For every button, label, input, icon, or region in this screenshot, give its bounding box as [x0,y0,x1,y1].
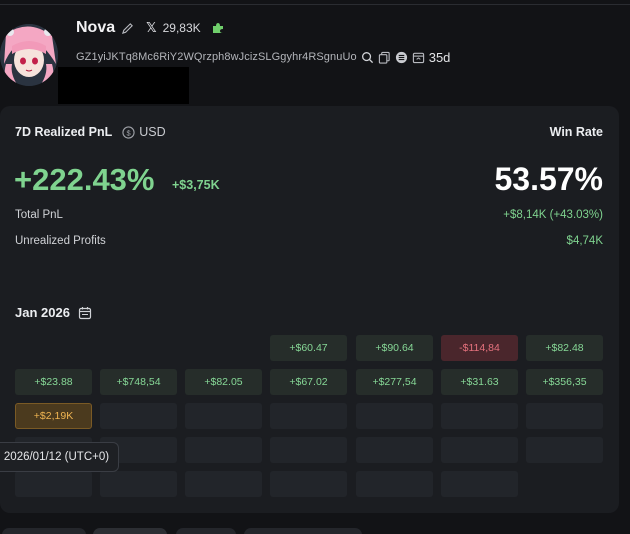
calendar-day-cell[interactable]: +$60.47 [270,335,347,361]
calendar-day-cell[interactable] [100,335,177,361]
avatar[interactable] [0,24,58,86]
tab-pill[interactable] [93,528,167,534]
pnl-amount: +$3,75K [172,178,220,192]
win-rate-label: Win Rate [549,125,603,139]
svg-text:$: $ [127,128,131,137]
solana-icon[interactable] [395,51,408,64]
calendar-day-cell[interactable] [270,403,347,429]
win-rate-value: 53.57% [494,161,603,197]
calendar-day-cell[interactable] [185,403,262,429]
calendar-day-cell[interactable]: +$23.88 [15,369,92,395]
calendar-day-cell[interactable] [356,403,433,429]
calendar-day-cell[interactable]: +$67.02 [270,369,347,395]
calendar-day-cell[interactable] [356,471,433,497]
calendar-day-cell[interactable]: +$90.64 [356,335,433,361]
calendar-day-cell[interactable]: +$356,35 [526,369,603,395]
calendar-day-cell[interactable] [441,471,518,497]
dollar-icon: $ [122,125,135,139]
x-twitter-icon[interactable]: 𝕏 [146,20,156,36]
calendar-day-cell[interactable]: +$748,54 [100,369,177,395]
currency-toggle[interactable]: $ USD [122,125,166,139]
total-pnl-value: +$8,14K (+43.03%) [503,209,603,221]
tab-pill[interactable] [244,528,362,534]
pnl-title: 7D Realized PnL [15,125,113,139]
calendar-icon[interactable] [78,306,92,320]
redacted-region [58,67,189,104]
search-icon[interactable] [361,51,374,64]
calendar-day-cell[interactable] [100,403,177,429]
avatar-image [0,24,58,86]
calendar-day-cell[interactable] [526,403,603,429]
calendar-day-cell[interactable] [356,437,433,463]
calendar-day-cell[interactable] [185,471,262,497]
date-tooltip: 2026/01/12 (UTC+0) [0,442,119,472]
profile-name-row: Nova 𝕏 29,83K [76,18,225,38]
calendar-day-cell[interactable] [100,471,177,497]
pnl-percent: +222.43% [14,162,155,197]
currency-label: USD [139,125,166,139]
edit-pencil-icon[interactable] [121,22,134,35]
calendar-month: Jan 2026 [15,305,70,320]
total-pnl-label: Total PnL [15,209,63,221]
unrealized-label: Unrealized Profits [15,235,106,247]
calendar-month-row: Jan 2026 [15,305,92,320]
calendar-day-cell[interactable] [270,437,347,463]
x-followers-count[interactable]: 29,83K [163,21,201,35]
calendar-day-cell[interactable] [441,437,518,463]
profile-name: Nova [76,19,116,36]
wallet-address-row: GZ1yiJKTq8Mc6RiY2WQrzph8wJcizSLGgyhr4RSg… [76,49,450,65]
calendar-day-cell[interactable]: +$31.63 [441,369,518,395]
calendar-day-cell[interactable]: +$2,19K [15,403,92,429]
calendar-day-cell[interactable] [185,437,262,463]
calendar-day-cell[interactable]: -$114,84 [441,335,518,361]
unrealized-value: $4,74K [566,235,603,247]
calendar-day-cell[interactable] [15,335,92,361]
wallet-address[interactable]: GZ1yiJKTq8Mc6RiY2WQrzph8wJcizSLGgyhr4RSg… [76,51,357,63]
copy-icon[interactable] [378,51,391,64]
calendar-age-icon [412,52,424,63]
calendar-day-cell[interactable] [185,335,262,361]
calendar-day-cell[interactable] [526,437,603,463]
calendar-day-cell[interactable]: +$82.05 [185,369,262,395]
calendar-day-cell[interactable]: +$277,54 [356,369,433,395]
calendar-day-cell[interactable]: +$82.48 [526,335,603,361]
pnl-title-row: 7D Realized PnL $ USD [15,125,166,139]
top-divider [0,4,630,5]
tab-pill[interactable] [2,528,86,534]
calendar-day-cell[interactable] [270,471,347,497]
tab-pill[interactable] [176,528,236,534]
wallet-age: 35d [428,49,451,65]
calendar-day-cell[interactable] [15,471,92,497]
puzzle-icon[interactable] [211,21,225,35]
calendar-day-cell[interactable] [441,403,518,429]
